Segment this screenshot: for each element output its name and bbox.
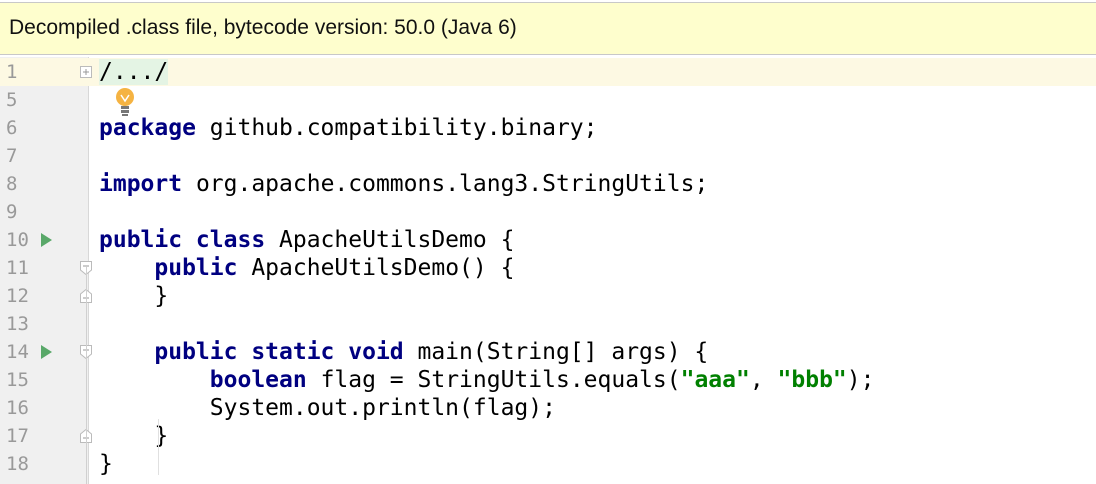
code-editor[interactable]: 1 /.../ 5 6 package github.compatibility.bin… [0,57,1096,484]
line-number: 13 [6,313,29,335]
code-token: } [99,451,113,477]
keyword: package [99,115,196,141]
code-line[interactable]: 9 [0,198,1096,226]
code-line[interactable]: 7 [0,142,1096,170]
line-number: 16 [6,397,29,419]
code-token: flag = StringUtils.equals( [306,367,681,393]
folded-region[interactable]: /.../ [99,59,169,85]
fold-expand-icon[interactable] [80,65,92,79]
line-number: 10 [6,229,29,251]
run-icon[interactable] [41,233,52,247]
code-token: github.compatibility.binary; [195,115,598,141]
code-text: } [99,451,113,477]
code-line[interactable]: 11 public ApacheUtilsDemo() { [0,254,1096,282]
keyword: public static void [154,339,404,365]
code-token: ); [846,367,875,393]
line-number: 1 [6,61,18,83]
line-number: 15 [6,369,29,391]
code-text: System.out.println(flag); [99,395,556,421]
code-token: System.out.println(flag); [99,395,556,421]
line-number: 6 [6,117,18,139]
code-line[interactable]: 1 /.../ [0,58,1096,86]
line-number: 14 [6,341,29,363]
code-line[interactable]: 6 package github.compatibility.binary; [0,114,1096,142]
code-line[interactable]: 14 public static void main(String[] args… [0,338,1096,366]
string-literal: "aaa" [680,367,750,393]
code-token: , [749,367,778,393]
code-text: package github.compatibility.binary; [99,115,598,141]
lightbulb-icon[interactable] [114,86,136,118]
code-text: } [99,283,168,309]
line-number: 7 [6,145,18,167]
line-number: 8 [6,173,18,195]
run-icon[interactable] [41,345,52,359]
line-number: 12 [6,285,29,307]
decompiled-banner: Decompiled .class file, bytecode version… [0,2,1096,55]
string-literal: "bbb" [777,367,847,393]
code-text: import org.apache.commons.lang3.StringUt… [99,171,708,197]
line-number: 9 [6,201,18,223]
code-text: boolean flag = StringUtils.equals("aaa",… [99,367,875,393]
code-token: main(String[] args) { [403,339,709,365]
gutter-guide [86,267,87,484]
keyword: public class [99,227,266,253]
code-text: /.../ [99,59,169,85]
code-text: public static void main(String[] args) { [99,339,708,365]
banner-text: Decompiled .class file, bytecode version… [9,16,517,39]
code-line[interactable]: 12 } [0,282,1096,310]
code-line[interactable]: 17 } [0,422,1096,450]
indent-guide [158,419,159,475]
code-line[interactable]: 5 [0,86,1096,114]
code-line[interactable]: 15 boolean flag = StringUtils.equals("aa… [0,366,1096,394]
line-number: 18 [6,453,29,475]
code-text: public class ApacheUtilsDemo { [99,227,514,253]
code-token: } [99,283,169,309]
line-number: 5 [6,89,18,111]
code-token: org.apache.commons.lang3.StringUtils; [182,171,709,197]
line-number: 11 [6,257,29,279]
code-line[interactable]: 8 import org.apache.commons.lang3.StringU… [0,170,1096,198]
code-text: public ApacheUtilsDemo() { [99,255,514,281]
code-line[interactable]: 10 public class ApacheUtilsDemo { [0,226,1096,254]
keyword: boolean [209,367,307,393]
code-line[interactable]: 18} [0,450,1096,478]
code-line[interactable]: 16 System.out.println(flag); [0,394,1096,422]
code-token: ApacheUtilsDemo { [265,227,515,253]
line-number: 17 [6,425,29,447]
keyword: public [154,255,238,281]
code-line[interactable]: 13 [0,310,1096,338]
code-token: ApacheUtilsDemo() { [237,255,515,281]
keyword: import [99,171,183,197]
